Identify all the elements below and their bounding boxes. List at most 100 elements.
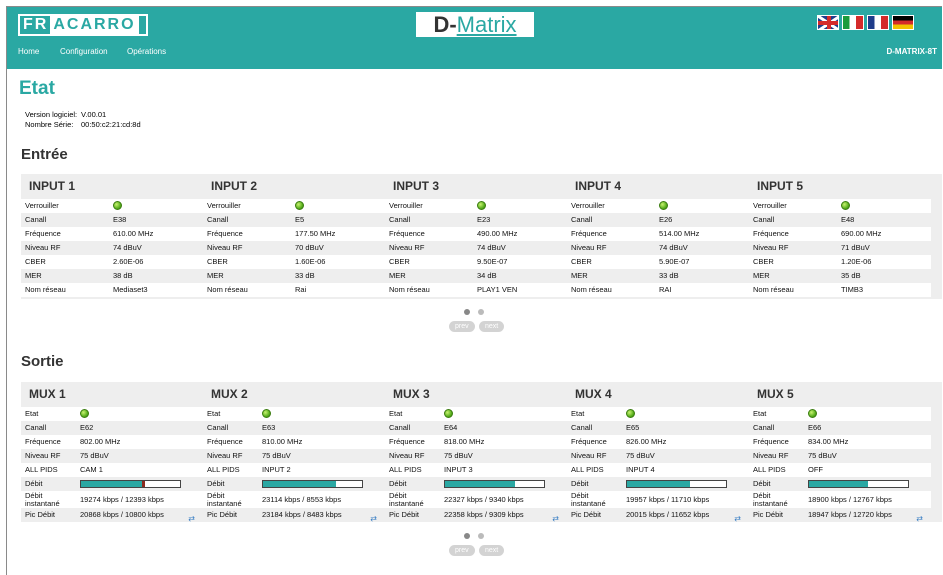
row-value: 33 dB (659, 271, 679, 280)
pager-dot-2[interactable] (478, 309, 484, 315)
row-value: OFF (808, 465, 823, 474)
flag-it-icon[interactable] (842, 15, 864, 30)
pager-dot-1[interactable] (464, 309, 470, 315)
row-label: CBER (753, 257, 774, 266)
input-grid: INPUT 1 Verrouiller Canall E38 Fréquence 610.… (21, 174, 942, 299)
fracarro-logo-text-2: ACARRO (50, 16, 139, 34)
refresh-icon[interactable]: ⇄ (552, 512, 559, 526)
row-value: 75 dBuV (444, 451, 473, 460)
prev-button[interactable]: prev (449, 321, 475, 332)
mux-row: Débit (21, 477, 203, 491)
status-led-icon (626, 409, 635, 418)
row-label: CBER (571, 257, 592, 266)
refresh-icon[interactable]: ⇄ (916, 512, 923, 526)
input-row: Nom réseau RAI (567, 283, 749, 297)
mux-column: MUX 1 Etat Canall E62 Fréquence 802.00 MHz Niv… (21, 382, 203, 523)
input-column: INPUT 4 Verrouiller Canall E26 Fréquence 514.… (567, 174, 749, 297)
debit-bar (80, 480, 181, 488)
fracarro-logo: FR ACARRO (18, 14, 148, 36)
d-matrix-logo-text-1: D- (433, 12, 457, 37)
refresh-icon[interactable]: ⇄ (188, 512, 195, 526)
row-value: CAM 1 (80, 465, 103, 474)
row-label: ALL PIDS (571, 465, 604, 474)
row-label: Fréquence (571, 437, 607, 446)
row-label: CBER (207, 257, 228, 266)
mux-row: Niveau RF 75 dBuV (21, 449, 203, 463)
mux-row: Débit (749, 477, 931, 491)
row-label: Canall (571, 423, 593, 432)
row-value: 18900 kbps / 12767 kbps (808, 495, 892, 504)
mux-column: MUX 4 Etat Canall E65 Fréquence 826.00 MHz Niv… (567, 382, 749, 523)
row-label: CBER (389, 257, 410, 266)
row-label: Fréquence (25, 437, 61, 446)
input-row: MER 38 dB (21, 269, 203, 283)
row-label: Niveau RF (753, 451, 789, 460)
mux-row: Fréquence 802.00 MHz (21, 435, 203, 449)
debit-bar-fill (263, 481, 337, 487)
nav-home[interactable]: Home (18, 47, 39, 56)
debit-bar (808, 480, 909, 488)
mux-row: Débit (385, 477, 567, 491)
status-led-icon (80, 409, 89, 418)
row-value: 514.00 MHz (659, 229, 700, 238)
input-column: INPUT 2 Verrouiller Canall E5 Fréquence 177.5… (203, 174, 385, 297)
input-row: Verrouiller (21, 199, 203, 213)
input-row: Niveau RF 74 dBuV (21, 241, 203, 255)
row-value: 23184 kbps / 8483 kbps (262, 510, 342, 519)
row-label: Niveau RF (25, 243, 61, 252)
input-row: CBER 1.60E-06 (203, 255, 385, 269)
refresh-icon[interactable]: ⇄ (734, 512, 741, 526)
mux-row: Niveau RF 75 dBuV (203, 449, 385, 463)
mux-row: Pic Débit 18947 kbps / 12720 kbps ⇄ (749, 508, 931, 523)
mux-name: MUX 4 (575, 387, 612, 401)
row-value: 19957 kbps / 11710 kbps (626, 495, 710, 504)
row-value: 1.20E-06 (841, 257, 872, 266)
lock-status-led-icon (295, 201, 304, 210)
version-label: Version logiciel: (25, 110, 78, 119)
serial-label: Nombre Série: (25, 120, 74, 129)
row-label: Pic Débit (207, 510, 238, 519)
mux-row: Canall E66 (749, 421, 931, 435)
mux-row: Etat (385, 407, 567, 421)
mux-row: Pic Débit 20868 kbps / 10800 kbps ⇄ (21, 508, 203, 523)
row-label: Etat (753, 409, 767, 418)
row-label: Canall (25, 215, 47, 224)
mux-row: Débit instantané 19274 kbps / 12393 kbps (21, 491, 203, 508)
next-button[interactable]: next (479, 321, 505, 332)
debit-bar (444, 480, 545, 488)
mux-row: Etat (203, 407, 385, 421)
mux-row: ALL PIDS OFF (749, 463, 931, 477)
d-matrix-logo: D-Matrix (415, 11, 535, 38)
flag-uk-icon[interactable] (817, 15, 839, 30)
row-label: MER (25, 271, 42, 280)
row-label: Nom réseau (207, 285, 248, 294)
mux-row: Débit instantané 18900 kbps / 12767 kbps (749, 491, 931, 508)
nav-configuration[interactable]: Configuration (60, 47, 108, 56)
debit-bar (262, 480, 363, 488)
row-label: Débit instantané (753, 491, 788, 508)
header-bar: FR ACARRO D-Matrix Home Configuration Opé… (7, 7, 942, 69)
nav-operations[interactable]: Opérations (127, 47, 166, 56)
row-label: Nom réseau (25, 285, 66, 294)
next-button[interactable]: next (479, 545, 505, 556)
row-value: 826.00 MHz (626, 437, 667, 446)
entree-pager: prev next (7, 309, 942, 339)
pager-dot-2[interactable] (478, 533, 484, 539)
row-label: ALL PIDS (389, 465, 422, 474)
row-label: Débit (753, 479, 771, 488)
row-label: Fréquence (753, 229, 789, 238)
flag-de-icon[interactable] (892, 15, 914, 30)
row-value: E48 (841, 215, 855, 224)
input-row: CBER 5.90E-07 (567, 255, 749, 269)
row-value: 810.00 MHz (262, 437, 303, 446)
prev-button[interactable]: prev (449, 545, 475, 556)
row-label: Nom réseau (571, 285, 612, 294)
pager-dot-1[interactable] (464, 533, 470, 539)
flag-fr-icon[interactable] (867, 15, 889, 30)
row-value: E66 (808, 423, 822, 432)
mux-row: ALL PIDS INPUT 2 (203, 463, 385, 477)
row-label: Fréquence (207, 437, 243, 446)
d-matrix-logo-text-2: Matrix (456, 12, 517, 37)
refresh-icon[interactable]: ⇄ (370, 512, 377, 526)
mux-row: Canall E65 (567, 421, 749, 435)
